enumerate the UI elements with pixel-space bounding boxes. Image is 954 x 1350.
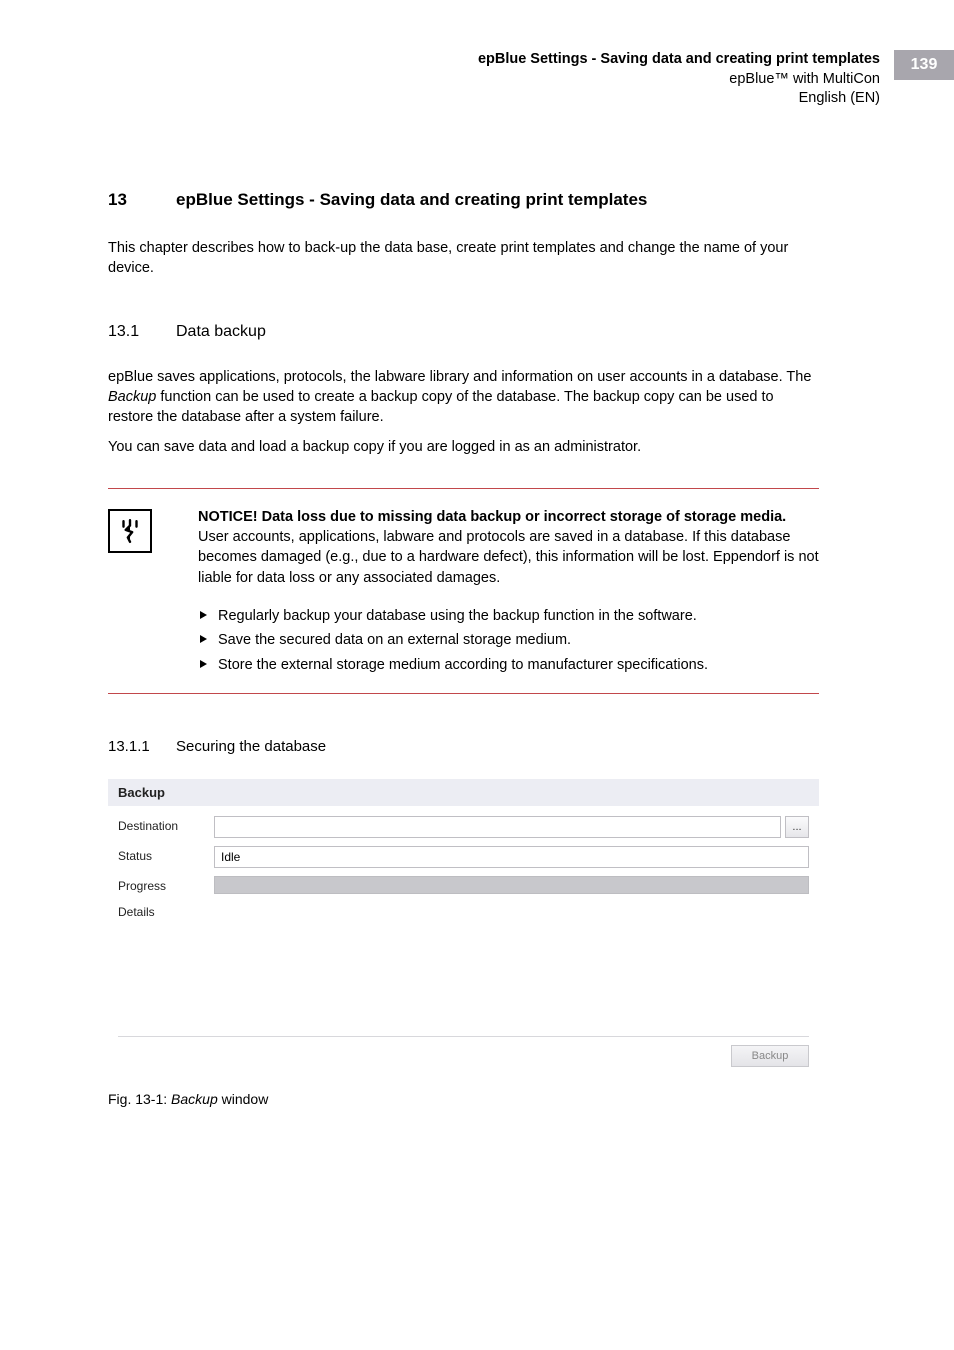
progress-label: Progress <box>118 876 214 893</box>
notice-body: User accounts, applications, labware and… <box>198 529 819 586</box>
destination-label: Destination <box>118 816 214 833</box>
window-title: Backup <box>108 779 819 806</box>
chapter-title: epBlue Settings - Saving data and creati… <box>176 190 647 210</box>
backup-button[interactable]: Backup <box>731 1045 809 1067</box>
damage-icon <box>108 509 152 553</box>
section-number: 13.1 <box>108 323 176 341</box>
chapter-intro: This chapter describes how to back-up th… <box>108 238 819 279</box>
notice-bullet: Regularly backup your database using the… <box>198 606 819 626</box>
details-label: Details <box>118 902 214 919</box>
status-label: Status <box>118 846 214 863</box>
subsection-heading: 13.1.1 Securing the database <box>108 738 819 755</box>
subsection-title: Securing the database <box>176 738 326 755</box>
subsection-number: 13.1.1 <box>108 738 176 755</box>
chapter-heading: 13 epBlue Settings - Saving data and cre… <box>108 190 819 210</box>
header-language: English (EN) <box>478 89 880 109</box>
notice-bullet-list: Regularly backup your database using the… <box>198 606 819 675</box>
notice-bullet: Save the secured data on an external sto… <box>198 630 819 650</box>
section-para-1: epBlue saves applications, protocols, th… <box>108 367 819 428</box>
status-field: Idle <box>214 846 809 868</box>
destination-input[interactable] <box>214 816 781 838</box>
notice-box: NOTICE! Data loss due to missing data ba… <box>108 488 819 694</box>
page-header: epBlue Settings - Saving data and creati… <box>478 50 954 109</box>
chapter-number: 13 <box>108 190 176 210</box>
browse-button[interactable]: ... <box>785 816 809 838</box>
figure-caption: Fig. 13-1: Backup window <box>108 1091 819 1107</box>
page-number-badge: 139 <box>894 50 954 80</box>
progress-bar <box>214 876 809 894</box>
section-title: Data backup <box>176 323 266 341</box>
header-title: epBlue Settings - Saving data and creati… <box>478 50 880 70</box>
section-para-2: You can save data and load a backup copy… <box>108 437 819 457</box>
header-subtitle: epBlue™ with MultiCon <box>478 70 880 90</box>
details-area <box>214 902 809 1020</box>
section-heading: 13.1 Data backup <box>108 323 819 341</box>
backup-window-screenshot: Backup Destination ... Status <box>108 779 819 1077</box>
notice-bullet: Store the external storage medium accord… <box>198 655 819 675</box>
notice-heading: NOTICE! Data loss due to missing data ba… <box>198 509 786 525</box>
